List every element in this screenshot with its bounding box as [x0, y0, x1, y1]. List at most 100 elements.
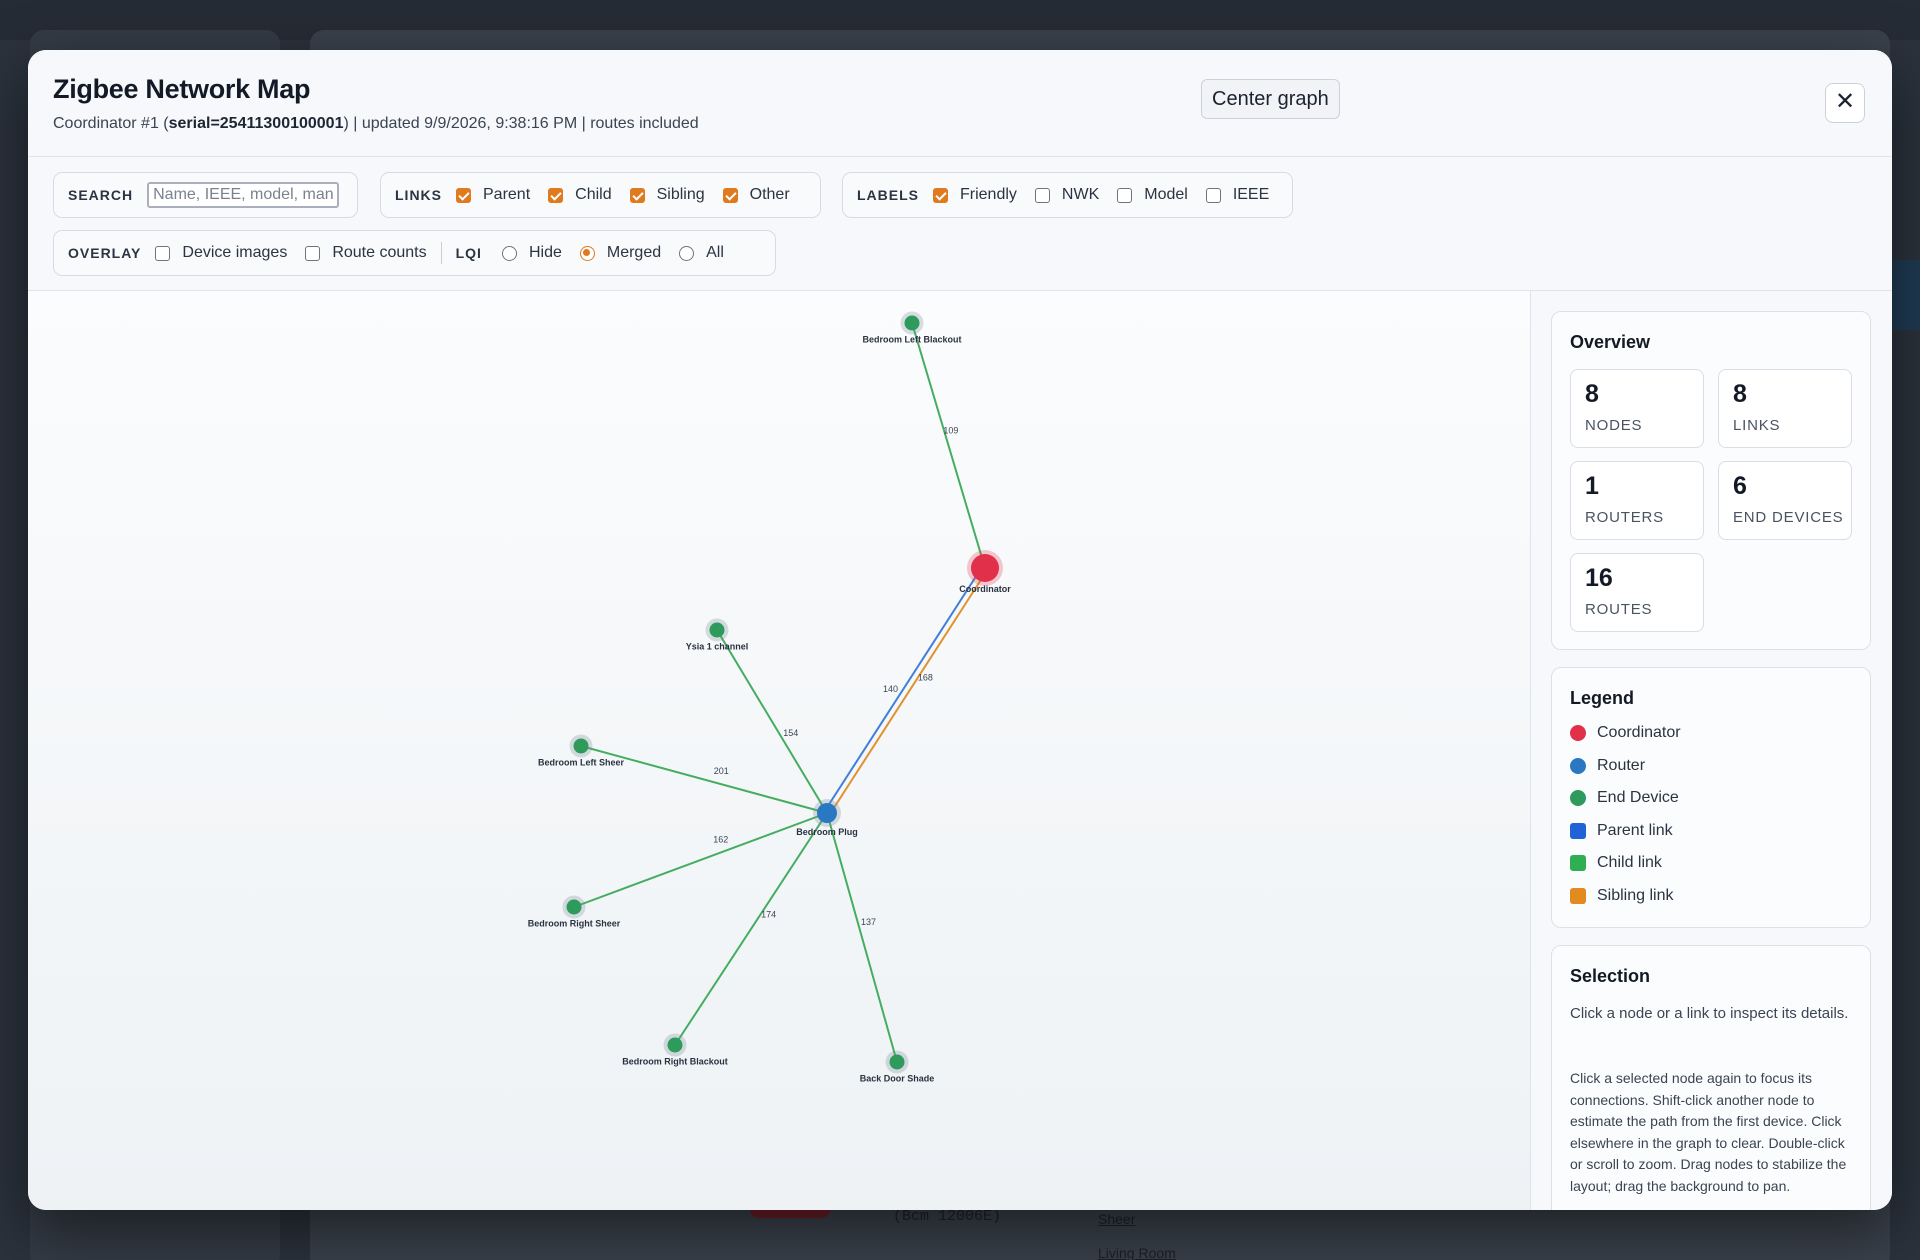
close-button[interactable]: ✕: [1825, 83, 1865, 123]
node-bedroom-plug[interactable]: [817, 803, 837, 823]
details-sidebar: Overview 8 Nodes 8 Links 1 Routers 6 End…: [1530, 291, 1892, 1210]
stat-nodes-label: Nodes: [1585, 417, 1643, 434]
links-parent-option[interactable]: Parent: [456, 186, 530, 204]
search-label: SEARCH: [68, 187, 134, 203]
background-link-sheer: Sheer: [1098, 1211, 1136, 1227]
legend-parent-link-label: Parent link: [1597, 822, 1673, 839]
overlay-label: OVERLAY: [68, 245, 142, 261]
modal-header: Zigbee Network Map Coordinator #1 (seria…: [28, 50, 1892, 157]
other-checkbox[interactable]: [722, 187, 738, 203]
coordinator-dot-icon: [1570, 725, 1586, 741]
parent-link-swatch-icon: [1570, 823, 1586, 839]
overlay-route-counts-option[interactable]: Route counts: [305, 244, 427, 262]
friendly-checkbox[interactable]: [933, 187, 948, 203]
model-checkbox[interactable]: [1117, 187, 1133, 203]
node-label-ysia: Ysia 1 channel: [686, 642, 749, 652]
node-back-door-shade[interactable]: [889, 1054, 905, 1070]
node-coordinator[interactable]: [971, 554, 999, 582]
close-icon: ✕: [1834, 88, 1856, 115]
nwk-checkbox-label: NWK: [1061, 186, 1100, 203]
selection-hint: Click a node or a link to inspect its de…: [1570, 1005, 1849, 1022]
node-bedroom-left-blackout[interactable]: [904, 315, 920, 331]
lqi-all-radio[interactable]: [679, 245, 695, 261]
lqi-hide-radio[interactable]: [501, 245, 517, 261]
parent-checkbox[interactable]: [456, 187, 471, 203]
link-child-coordinator-bedroom-left-blackout[interactable]: [911, 322, 986, 569]
node-bedroom-right-blackout[interactable]: [667, 1037, 683, 1053]
node-bedroom-right-sheer[interactable]: [566, 899, 582, 915]
labels-model-option[interactable]: Model: [1117, 186, 1188, 204]
center-graph-button[interactable]: Center graph: [1201, 79, 1340, 119]
link-lqi-label: 137: [861, 917, 876, 927]
lqi-hide-label: Hide: [528, 244, 562, 261]
links-sibling-option[interactable]: Sibling: [629, 186, 705, 204]
links-label: LINKS: [395, 187, 442, 203]
node-ysia[interactable]: [709, 622, 725, 638]
lqi-all-option[interactable]: All: [679, 244, 724, 262]
link-lqi-label: 154: [783, 728, 798, 738]
nwk-checkbox[interactable]: [1034, 187, 1050, 203]
stat-routes-value: 16: [1585, 564, 1613, 592]
links-child-option[interactable]: Child: [548, 186, 612, 204]
selection-panel: Selection Click a node or a link to insp…: [1551, 945, 1871, 1210]
friendly-checkbox-label: Friendly: [960, 186, 1017, 203]
legend-title: Legend: [1570, 688, 1635, 708]
lqi-merged-option[interactable]: Merged: [579, 244, 661, 262]
stat-end-devices-value: 6: [1733, 472, 1747, 500]
link-child-bedroom-plug-bedroom-left-sheer[interactable]: [580, 745, 828, 814]
sibling-checkbox[interactable]: [629, 187, 645, 203]
toolbar: SEARCH LINKS Parent Child Sibling Other …: [28, 157, 1892, 291]
network-map-modal: Zigbee Network Map Coordinator #1 (seria…: [28, 50, 1892, 1210]
end-device-dot-icon: [1570, 790, 1586, 806]
legend-child-link: Child link: [1570, 854, 1662, 872]
link-parent-coordinator-bedroom-plug[interactable]: [823, 565, 984, 812]
overlay-device-images-option[interactable]: Device images: [155, 244, 287, 262]
legend-end-device-label: End Device: [1597, 789, 1679, 806]
legend-panel: Legend Coordinator Router End Device Par…: [1551, 667, 1871, 928]
links-other-option[interactable]: Other: [722, 186, 790, 204]
ieee-checkbox[interactable]: [1205, 187, 1221, 203]
lqi-hide-option[interactable]: Hide: [501, 244, 562, 262]
stat-end-devices: 6 End devices: [1718, 461, 1852, 540]
labels-group: LABELS Friendly NWK Model IEEE: [842, 172, 1293, 218]
links-group: LINKS Parent Child Sibling Other: [380, 172, 821, 218]
network-graph-canvas[interactable]: 109 140 168 154 201 162 174 137 Coordinator Bedro…: [28, 291, 1530, 1210]
legend-end-device: End Device: [1570, 789, 1679, 807]
overview-panel: Overview 8 Nodes 8 Links 1 Routers 6 End…: [1551, 311, 1871, 650]
modal-title: Zigbee Network Map: [53, 74, 311, 104]
stat-end-devices-label: End devices: [1733, 509, 1844, 526]
link-child-bedroom-plug-bedroom-right-sheer[interactable]: [573, 812, 828, 908]
labels-label: LABELS: [857, 187, 919, 203]
link-child-bedroom-plug-ysia[interactable]: [716, 629, 828, 814]
device-images-checkbox[interactable]: [155, 245, 171, 261]
route-counts-checkbox[interactable]: [305, 245, 321, 261]
link-sibling-coordinator-bedroom-plug[interactable]: [828, 569, 989, 816]
link-lqi-label: 109: [943, 425, 958, 435]
lqi-label: LQI: [455, 245, 482, 261]
legend-coordinator-label: Coordinator: [1597, 724, 1681, 741]
stat-routes-label: Routes: [1585, 601, 1653, 618]
link-lqi-label: 140: [883, 684, 898, 694]
child-link-swatch-icon: [1570, 855, 1586, 871]
network-graph[interactable]: 109 140 168 154 201 162 174 137 Coordinator Bedro…: [28, 291, 1530, 1210]
legend-parent-link: Parent link: [1570, 822, 1673, 840]
legend-child-link-label: Child link: [1597, 854, 1662, 871]
modal-subtitle: Coordinator #1 (serial=25411300100001) |…: [53, 115, 699, 133]
labels-friendly-option[interactable]: Friendly: [933, 186, 1017, 204]
link-child-bedroom-plug-bedroom-right-blackout[interactable]: [674, 812, 828, 1046]
node-label-bedroom-left-sheer: Bedroom Left Sheer: [538, 758, 625, 768]
stat-nodes-value: 8: [1585, 380, 1599, 408]
device-images-label: Device images: [182, 244, 288, 261]
model-checkbox-label: Model: [1144, 186, 1188, 203]
node-label-bedroom-plug: Bedroom Plug: [796, 827, 858, 837]
ieee-checkbox-label: IEEE: [1232, 186, 1270, 203]
link-child-bedroom-plug-back-door-shade[interactable]: [826, 812, 898, 1063]
lqi-merged-radio[interactable]: [579, 245, 595, 261]
labels-ieee-option[interactable]: IEEE: [1205, 186, 1270, 204]
child-checkbox[interactable]: [548, 187, 564, 203]
node-bedroom-left-sheer[interactable]: [573, 738, 589, 754]
subtitle-suffix: ) | updated 9/9/2026, 9:38:16 PM | route…: [343, 115, 699, 132]
search-input[interactable]: [147, 182, 340, 208]
link-lqi-label: 201: [714, 766, 729, 776]
labels-nwk-option[interactable]: NWK: [1034, 186, 1100, 204]
